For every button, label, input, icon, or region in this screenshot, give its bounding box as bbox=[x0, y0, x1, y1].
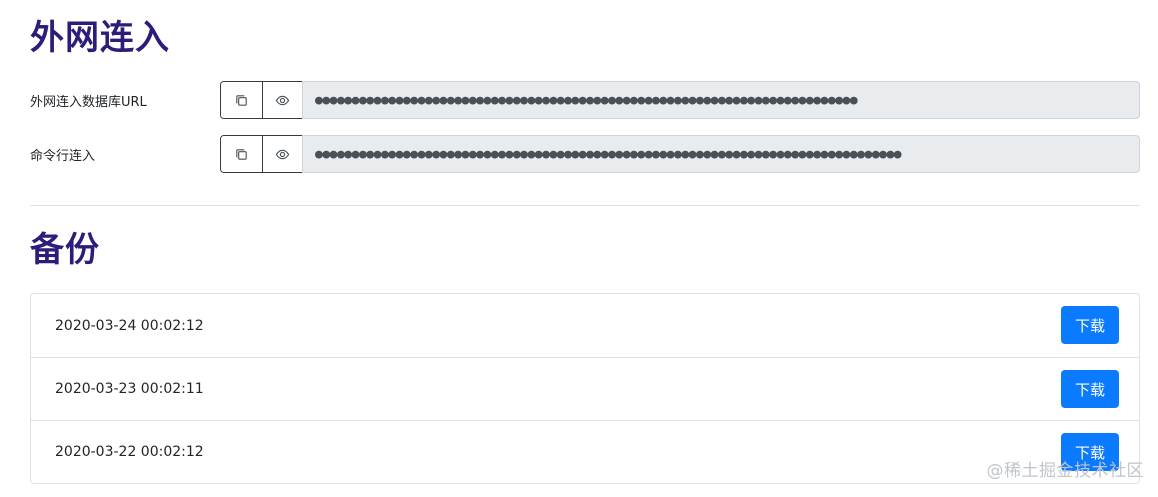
section-divider bbox=[30, 205, 1140, 206]
backup-timestamp: 2020-03-24 00:02:12 bbox=[55, 317, 204, 334]
cli-input[interactable]: ●●●●●●●●●●●●●●●●●●●●●●●●●●●●●●●●●●●●●●●●… bbox=[302, 135, 1140, 173]
copy-cli-button[interactable] bbox=[221, 136, 262, 172]
backup-timestamp: 2020-03-22 00:02:12 bbox=[55, 444, 204, 460]
backup-title: 备份 bbox=[30, 230, 100, 270]
reveal-cli-button[interactable] bbox=[261, 136, 302, 172]
copy-icon bbox=[236, 94, 247, 106]
backup-list: 2020-03-24 00:02:12 下载 2020-03-23 00:02:… bbox=[30, 293, 1140, 484]
list-item: 2020-03-24 00:02:12 下载 bbox=[31, 294, 1139, 357]
db-url-input[interactable]: ●●●●●●●●●●●●●●●●●●●●●●●●●●●●●●●●●●●●●●●●… bbox=[302, 81, 1140, 119]
reveal-db-url-button[interactable] bbox=[261, 82, 302, 118]
external-access-title: 外网连入 bbox=[30, 18, 170, 58]
cli-actions bbox=[220, 135, 303, 173]
eye-icon bbox=[275, 95, 289, 105]
cli-label: 命令行连入 bbox=[30, 149, 96, 164]
db-url-actions bbox=[220, 81, 303, 119]
download-button[interactable]: 下载 bbox=[1061, 306, 1119, 344]
copy-db-url-button[interactable] bbox=[221, 82, 262, 118]
eye-icon bbox=[275, 149, 289, 159]
list-item: 2020-03-23 00:02:11 下载 bbox=[31, 357, 1139, 420]
db-url-label: 外网连入数据库URL bbox=[30, 95, 147, 110]
watermark: @稀土掘金技术社区 bbox=[986, 461, 1144, 481]
cli-row: 命令行连入 ●●●●●●●●●●●●●●●●●●●●●●●●●●●●●●●●●●… bbox=[30, 135, 1140, 173]
db-url-row: 外网连入数据库URL ●●●●●●●●●●●●●●●●●●●●●●●●●●●●●… bbox=[30, 81, 1140, 119]
copy-icon bbox=[236, 148, 247, 160]
download-button[interactable]: 下载 bbox=[1061, 370, 1119, 408]
list-item: 2020-03-22 00:02:12 下载 bbox=[31, 420, 1139, 483]
backup-timestamp: 2020-03-23 00:02:11 bbox=[55, 381, 204, 397]
